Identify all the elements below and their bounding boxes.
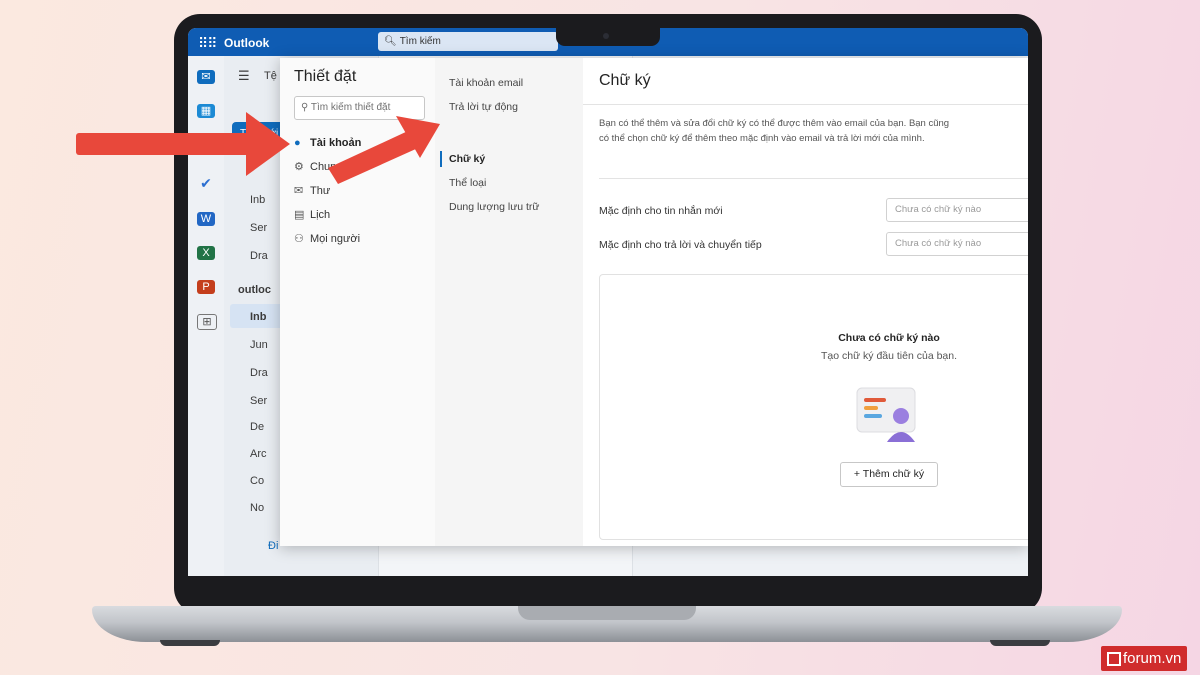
folder-sent[interactable]: Ser bbox=[250, 395, 267, 407]
settings-search-input[interactable]: ⚲ Tìm kiếm thiết đặt bbox=[294, 96, 425, 120]
go-to-groups[interactable]: Đi bbox=[268, 540, 278, 552]
gear-icon: ⚙ bbox=[294, 161, 304, 173]
laptop-foot-right bbox=[990, 640, 1050, 646]
signature-illustration-icon bbox=[856, 387, 916, 442]
subnav-signatures[interactable]: Chữ ký bbox=[449, 150, 485, 168]
default-reply-select[interactable]: Chưa có chữ ký nào bbox=[886, 232, 1028, 256]
folder-notes[interactable]: No bbox=[250, 502, 264, 514]
app-rail: ✉ ▦ ✔ W X P ⊞ bbox=[188, 56, 225, 576]
folder-partial-2[interactable]: Ser bbox=[250, 222, 267, 234]
plus-icon: + bbox=[853, 468, 863, 480]
mail-app-icon[interactable]: ✉ bbox=[197, 70, 215, 84]
signature-description: Bạn có thể thêm và sửa đổi chữ ký có thể… bbox=[599, 118, 950, 144]
empty-state-subtitle: Tạo chữ ký đầu tiên của bạn. bbox=[820, 350, 958, 362]
folder-deleted[interactable]: De bbox=[250, 421, 264, 433]
calendar-icon: ▤ bbox=[294, 209, 305, 221]
people-icon: ⚇ bbox=[294, 233, 304, 245]
subnav-categories[interactable]: Thể loại bbox=[449, 174, 486, 192]
divider bbox=[599, 178, 1028, 179]
subnav-selected-indicator bbox=[440, 151, 442, 167]
nav-item-general[interactable]: ⚙ Chung bbox=[294, 158, 342, 176]
nav-item-people[interactable]: ⚇ Mọi người bbox=[294, 230, 360, 248]
powerpoint-app-icon[interactable]: P bbox=[197, 280, 215, 294]
todo-app-icon[interactable]: ✔ bbox=[197, 176, 215, 190]
folder-partial-3[interactable]: Dra bbox=[250, 250, 268, 262]
laptop-base-notch bbox=[518, 606, 696, 620]
subnav-email-accounts[interactable]: Tài khoản email bbox=[449, 74, 523, 92]
search-icon: ⚲ bbox=[301, 102, 311, 113]
nav-item-mail[interactable]: ✉ Thư bbox=[294, 182, 330, 200]
brand-s-icon bbox=[1107, 652, 1121, 667]
folder-partial-1[interactable]: Inb bbox=[250, 194, 265, 206]
settings-subnav: Tài khoản email Trả lời tự động Chữ ký T… bbox=[435, 58, 583, 546]
person-icon: ● bbox=[294, 137, 301, 149]
settings-title: Thiết đặt bbox=[294, 68, 357, 85]
default-reply-label: Mặc định cho trả lời và chuyển tiếp bbox=[599, 239, 762, 251]
more-apps-icon[interactable]: ⊞ bbox=[197, 314, 217, 330]
subnav-automatic-replies[interactable]: Trả lời tự động bbox=[449, 98, 518, 116]
divider bbox=[583, 104, 1028, 105]
account-group[interactable]: outloc bbox=[238, 284, 271, 296]
empty-state-title: Chưa có chữ ký nào bbox=[838, 332, 940, 344]
hamburger-icon[interactable]: ☰ bbox=[238, 68, 250, 84]
word-app-icon[interactable]: W bbox=[197, 212, 215, 226]
folder-drafts[interactable]: Dra bbox=[250, 367, 268, 379]
search-placeholder: Tìm kiếm bbox=[399, 36, 441, 47]
subnav-storage[interactable]: Dung lượng lưu trữ bbox=[449, 198, 539, 216]
signature-editor-box bbox=[599, 274, 1028, 540]
screen: ⠿⠿ Outlook 🔍︎ Tìm kiếm ✉ ▦ ✔ W X P ⊞ ☰ Tệ… bbox=[188, 28, 1028, 576]
folder-archive[interactable]: Arc bbox=[250, 448, 267, 460]
signature-title: Chữ ký bbox=[599, 72, 651, 89]
laptop-foot-left bbox=[160, 640, 220, 646]
default-new-label: Mặc định cho tin nhắn mới bbox=[599, 205, 723, 217]
laptop-chin bbox=[188, 576, 1028, 606]
search-icon: 🔍︎ bbox=[384, 36, 397, 47]
settings-nav: Thiết đặt ⚲ Tìm kiếm thiết đặt ● Tài khoả… bbox=[280, 58, 435, 546]
add-signature-button[interactable]: + Thêm chữ ký bbox=[840, 462, 938, 487]
folder-partial-0: Tệ bbox=[264, 70, 277, 82]
folder-inbox[interactable]: Inb bbox=[250, 311, 267, 323]
app-launcher-icon[interactable]: ⠿⠿ bbox=[198, 35, 217, 52]
default-new-select[interactable]: Chưa có chữ ký nào bbox=[886, 198, 1028, 222]
excel-app-icon[interactable]: X bbox=[197, 246, 215, 260]
watermark-logo: forum.vn bbox=[1101, 646, 1188, 671]
settings-dialog: Thiết đặt ⚲ Tìm kiếm thiết đặt ● Tài khoả… bbox=[280, 58, 1028, 546]
calendar-app-icon[interactable]: ▦ bbox=[197, 104, 215, 118]
app-name: Outlook bbox=[224, 36, 270, 50]
folder-conversation[interactable]: Co bbox=[250, 475, 264, 487]
nav-item-account[interactable]: ● Tài khoản bbox=[294, 134, 361, 152]
nav-item-calendar[interactable]: ▤ Lịch bbox=[294, 206, 330, 224]
folder-junk[interactable]: Jun bbox=[250, 339, 268, 351]
mail-icon: ✉ bbox=[294, 185, 304, 197]
signature-panel: Chữ ký Bạn có thể thêm và sửa đổi chữ ký… bbox=[583, 58, 1028, 546]
camera-icon bbox=[603, 33, 609, 39]
search-box[interactable]: 🔍︎ Tìm kiếm bbox=[378, 32, 558, 51]
